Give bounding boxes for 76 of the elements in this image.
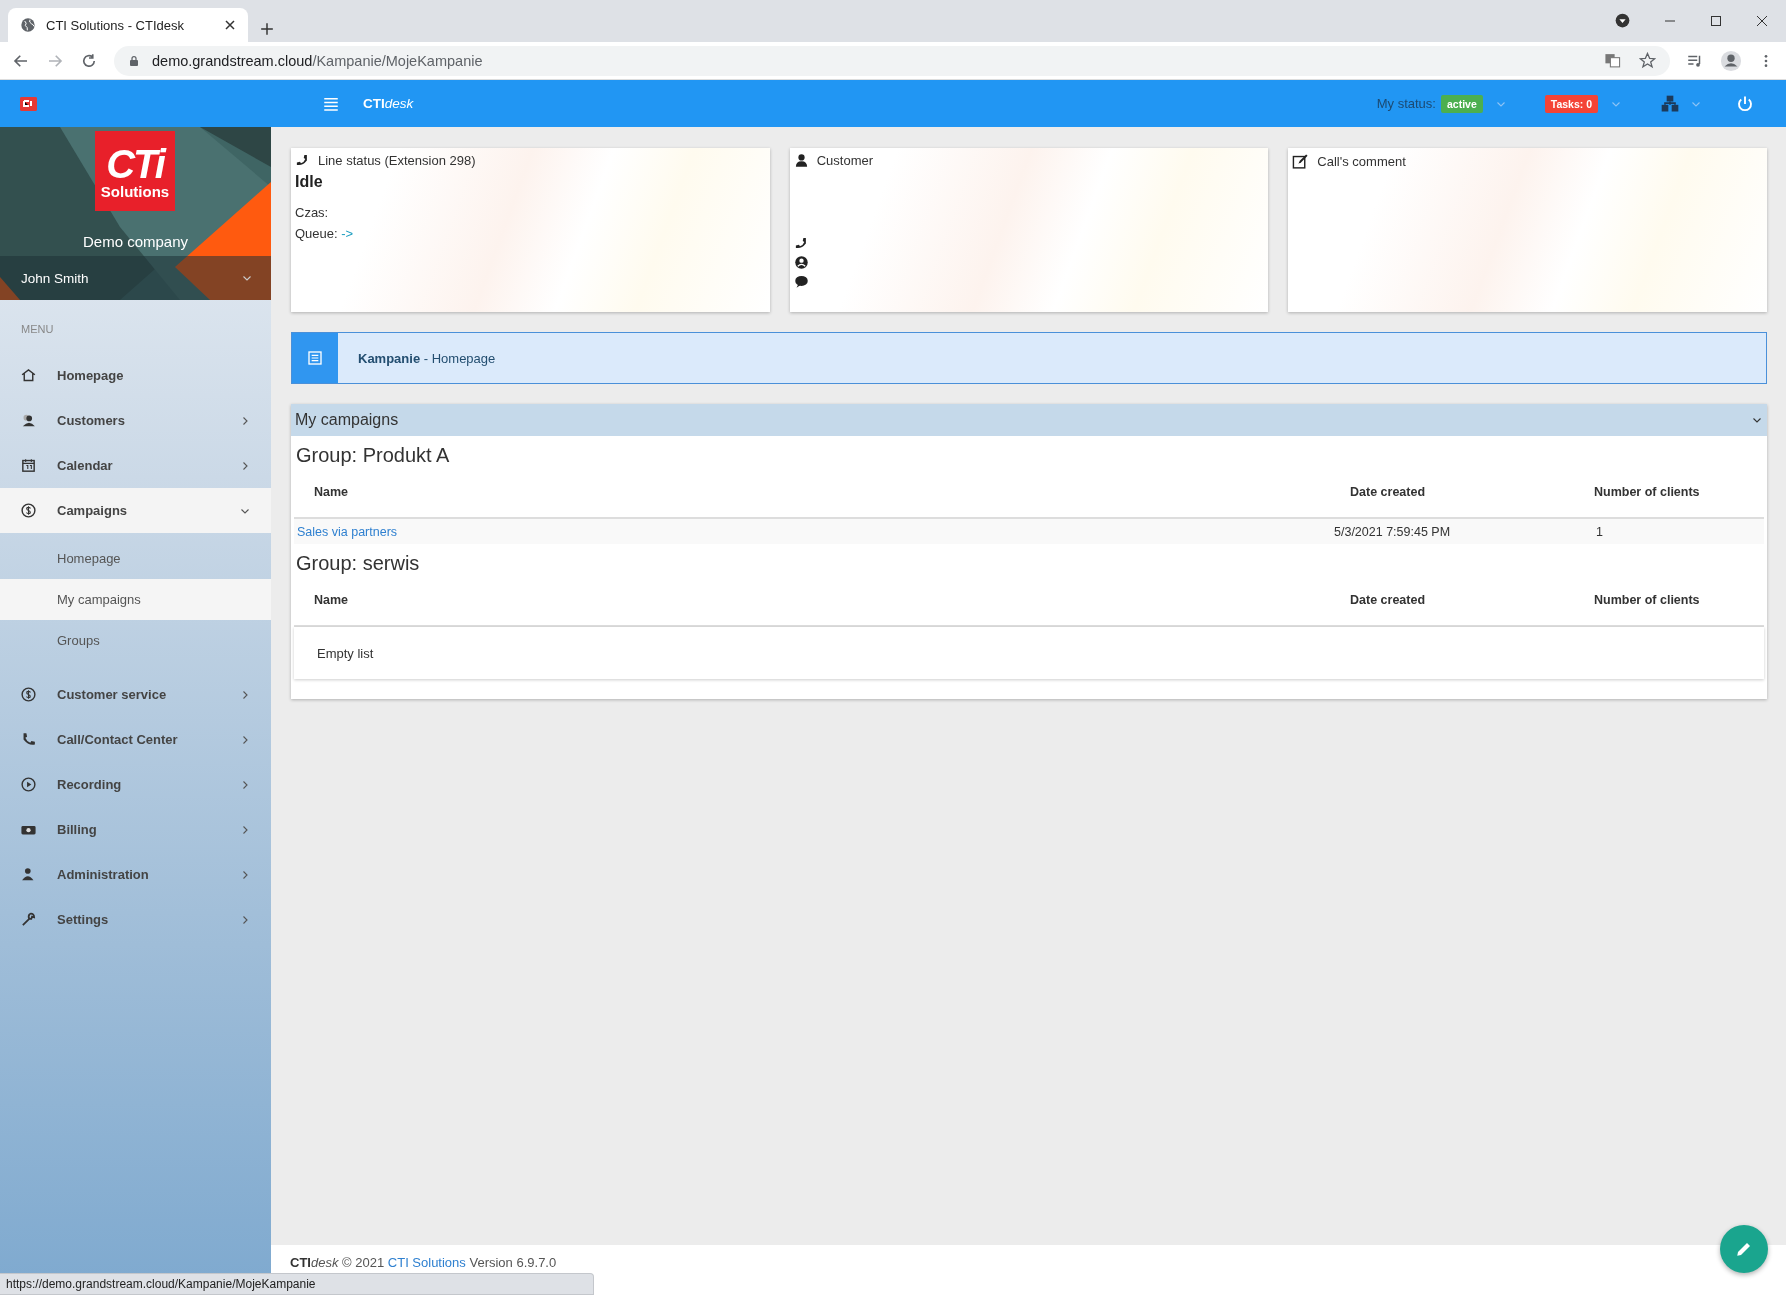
footer-link[interactable]: CTI Solutions (387, 1254, 466, 1270)
user-menu[interactable]: John Smith (0, 256, 271, 300)
tasks-badge[interactable]: Tasks: 0 (1544, 94, 1598, 113)
power-icon (1736, 94, 1754, 113)
line-state: Idle (295, 173, 324, 191)
logo-icon (20, 96, 37, 111)
sidebar-item[interactable]: Administration (0, 852, 271, 897)
reload-icon (80, 51, 98, 70)
menu-heading: MENU (20, 322, 55, 337)
empty-message: Empty list (294, 627, 1764, 679)
column-header: Name (313, 593, 350, 607)
company-name: Demo company (81, 233, 189, 250)
status-label: My status: (1376, 96, 1436, 111)
phone-icon (295, 153, 310, 168)
card-title: Customer (816, 153, 874, 168)
network-icon (1660, 93, 1680, 114)
queue-link[interactable]: -> (341, 226, 354, 241)
home-icon (20, 367, 37, 384)
edit-icon (1292, 153, 1310, 170)
close-icon (1756, 14, 1768, 27)
panel-title: My campaigns (295, 411, 399, 429)
sidebar-item[interactable]: Recording (0, 762, 271, 807)
group-title: Group: Produkt A (296, 444, 451, 467)
phone-icon (793, 236, 809, 251)
sidebar-item[interactable]: Calendar (0, 443, 271, 488)
tab-title: CTI Solutions - CTIdesk (46, 17, 185, 33)
campaign-link[interactable]: Sales via partners (297, 524, 398, 539)
chat-icon (793, 274, 809, 289)
column-header: Number of clients (1594, 485, 1701, 499)
profile-icon (1720, 49, 1742, 72)
column-header: Number of clients (1594, 593, 1701, 607)
dropdown-icon (1615, 13, 1630, 28)
sidebar-subitem[interactable]: Homepage (0, 538, 271, 579)
sidebar-item[interactable]: Homepage (0, 353, 271, 398)
lock-icon (128, 54, 140, 67)
breadcrumb: Kampanie - Homepage (358, 350, 496, 366)
star-icon (1639, 52, 1656, 69)
time-label: Czas: (295, 205, 330, 220)
globe-icon (20, 17, 36, 33)
pencil-icon (1735, 1240, 1753, 1258)
card-title: Call's comment (1317, 154, 1406, 169)
column-header: Date created (1349, 485, 1427, 499)
table-cell-text: 5/3/2021 7:59:45 PM (1333, 524, 1452, 539)
sidebar-item[interactable]: Billing (0, 807, 271, 852)
column-header: Name (313, 485, 350, 499)
sidebar-item[interactable]: Settings (0, 897, 271, 942)
translate-icon (1604, 52, 1621, 69)
sidebar-subitem[interactable]: My campaigns (0, 579, 271, 620)
company-logo: CTi Solutions (95, 131, 175, 211)
list-icon (307, 350, 323, 366)
calendar-icon (20, 457, 37, 474)
status-url: https://demo.grandstream.cloud/Kampanie/MojeKampanie (0, 1273, 594, 1295)
sidebar-item[interactable]: Customer service (0, 672, 271, 717)
card-title: Line status (Extension 298) (318, 153, 476, 168)
browser-tab[interactable]: CTI Solutions - CTIdesk (8, 8, 248, 42)
user-circle-icon (793, 255, 809, 270)
play-icon (20, 776, 37, 793)
dollar-icon (20, 686, 37, 703)
group-title: Group: serwis (296, 552, 421, 575)
footer-text: CTIdesk © 2021 CTI Solutions Version 6.9.7.0 (290, 1254, 557, 1270)
url-field[interactable]: demo.grandstream.cloud/Kampanie/MojeKampanie (114, 45, 1670, 76)
panel-header[interactable]: My campaigns (291, 404, 1767, 436)
dollar-icon (20, 502, 37, 519)
sidebar-item[interactable]: Call/Contact Center (0, 717, 271, 762)
close-icon (224, 19, 236, 31)
sidebar-subitem[interactable]: Groups (0, 620, 271, 661)
sidebar-item[interactable]: Customers (0, 398, 271, 443)
queue-label: Queue: (295, 226, 338, 241)
maximize-icon (1710, 14, 1722, 27)
sidebar-item[interactable]: Campaigns (0, 488, 271, 533)
person-icon (793, 153, 809, 168)
plus-icon (260, 22, 274, 36)
table-cell-text: 1 (1595, 524, 1604, 539)
wrench-icon (20, 911, 37, 928)
app-brand: CTIdesk (363, 96, 414, 111)
column-header: Date created (1349, 593, 1427, 607)
